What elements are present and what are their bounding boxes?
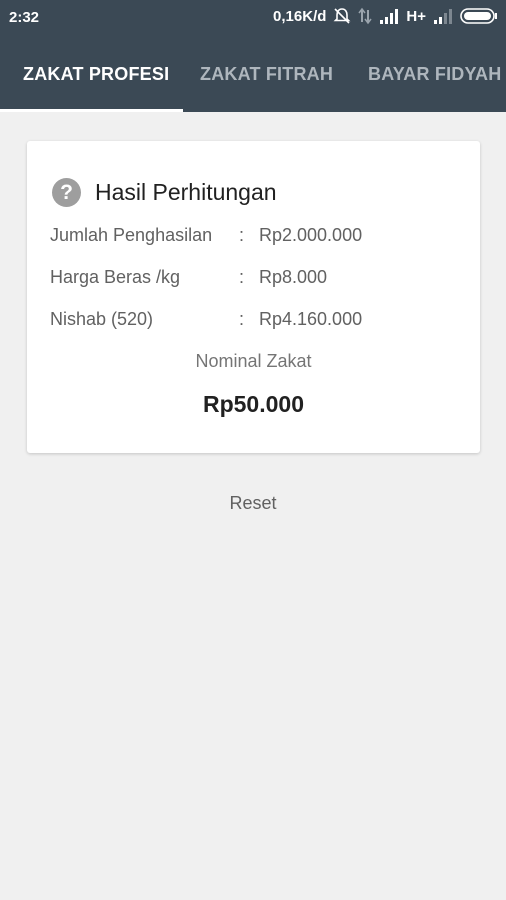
tab-indicator bbox=[0, 109, 183, 112]
row-value: Rp4.160.000 bbox=[259, 309, 363, 329]
network-type: H+ bbox=[406, 7, 426, 25]
tab-zakat-fitrah[interactable]: ZAKAT FITRAH bbox=[200, 64, 333, 85]
status-bar: 2:32 0,16K/d H+ bbox=[0, 0, 506, 36]
status-time: 2:32 bbox=[9, 9, 40, 26]
tab-bayar-fidyah[interactable]: BAYAR FIDYAH bbox=[368, 64, 501, 85]
row-separator: : bbox=[239, 225, 245, 245]
row-value: Rp2.000.000 bbox=[259, 225, 363, 245]
alarm-off-icon bbox=[333, 7, 351, 25]
battery-icon bbox=[460, 8, 498, 24]
help-icon[interactable]: ? bbox=[52, 178, 81, 207]
row-separator: : bbox=[239, 267, 245, 287]
tab-zakat-profesi[interactable]: ZAKAT PROFESI bbox=[23, 64, 169, 85]
card-title: Hasil Perhitungan bbox=[95, 179, 277, 205]
tab-bar: ZAKAT PROFESI ZAKAT FITRAH BAYAR FIDYAH bbox=[0, 36, 506, 112]
row-separator: : bbox=[239, 309, 245, 329]
signal-icon bbox=[379, 8, 399, 24]
reset-button[interactable]: Reset bbox=[203, 488, 303, 518]
row-value: Rp8.000 bbox=[259, 267, 328, 287]
data-arrows-icon bbox=[358, 7, 373, 25]
row-label: Harga Beras /kg bbox=[50, 267, 181, 287]
nominal-zakat-label: Nominal Zakat bbox=[195, 351, 312, 371]
status-icons: 0,16K/d H+ bbox=[273, 7, 498, 25]
row-label: Jumlah Penghasilan bbox=[50, 225, 213, 245]
nominal-zakat-value: Rp50.000 bbox=[202, 391, 304, 417]
signal-weak-icon bbox=[433, 8, 453, 24]
result-card: ? Hasil Perhitungan Jumlah Penghasilan :… bbox=[27, 141, 480, 453]
card-header: ? Hasil Perhitungan bbox=[52, 178, 277, 207]
row-label: Nishab (520) bbox=[50, 309, 154, 329]
network-speed: 0,16K/d bbox=[273, 7, 327, 25]
